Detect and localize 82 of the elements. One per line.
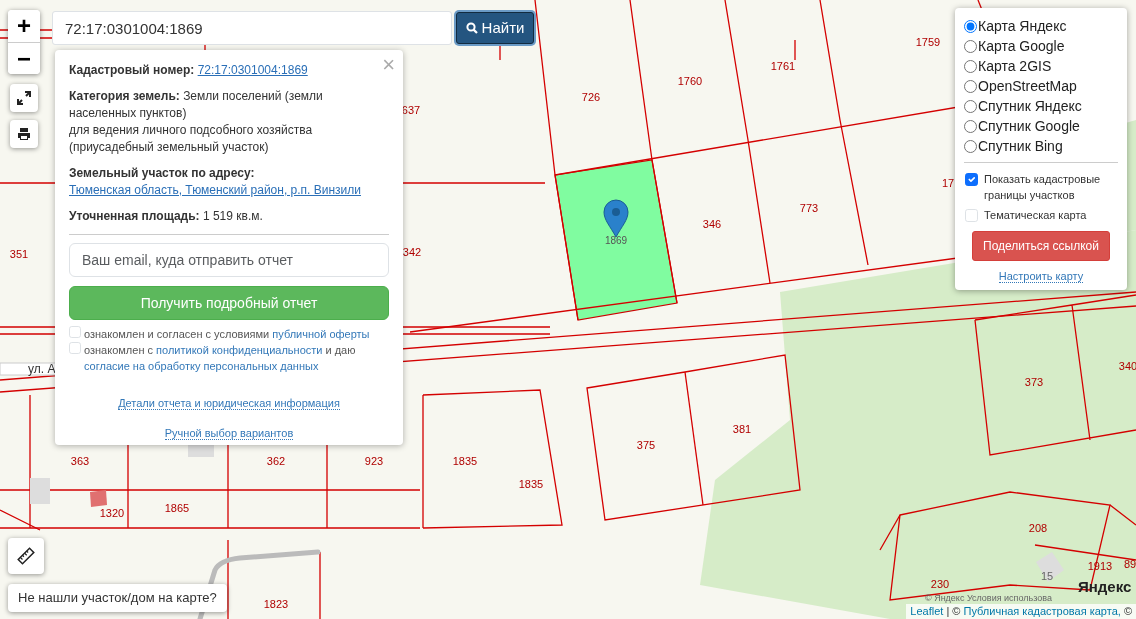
map-layer-label: Карта Яндекс: [978, 17, 1067, 36]
search-icon: [465, 22, 478, 34]
zoom-out-button[interactable]: −: [8, 42, 40, 74]
overlay-label: Показать кадастровые границы участков: [984, 172, 1102, 203]
agreement-text: ознакомлен с политикой конфиденциальности и даю согласие на обработку персональных данных: [84, 343, 357, 374]
attribution-text: | ©: [945, 605, 962, 617]
parcel-number: 351: [9, 248, 29, 260]
building-shape: [30, 478, 50, 504]
parcel-number: 373: [1024, 376, 1044, 388]
agreement-link[interactable]: согласие на обработку персональных данных: [84, 360, 319, 372]
map-layer-radio[interactable]: [964, 59, 977, 73]
building-shape: [90, 490, 107, 507]
parcel-number: 340: [1118, 360, 1136, 372]
search-field[interactable]: 72:17:0301004:1869: [52, 11, 452, 45]
map-marker-icon[interactable]: [603, 199, 629, 238]
parcel-number: 1835: [518, 478, 544, 490]
fullscreen-icon[interactable]: [10, 84, 38, 112]
parcel-number: 230: [930, 578, 950, 590]
share-button[interactable]: Поделиться ссылкой: [972, 231, 1110, 261]
map-layer-radio[interactable]: [964, 79, 977, 93]
parcel-number: 1823: [263, 598, 289, 610]
map-layer-label: Спутник Bing: [978, 137, 1063, 156]
map-layer-label: Карта 2GIS: [978, 57, 1052, 76]
popup-field: Уточненная площадь: 1 519 кв.м.: [69, 208, 389, 225]
parcel-number: 17: [941, 177, 955, 189]
field-link[interactable]: 72:17:0301004:1869: [197, 62, 308, 79]
parcel-number: 15: [1040, 570, 1054, 582]
parcel-number: 1869: [604, 235, 628, 246]
source-link[interactable]: Публичная кадастровая карта,: [963, 605, 1121, 617]
parcel-number: 362: [266, 455, 286, 467]
zoom-in-button[interactable]: +: [8, 10, 40, 42]
email-field[interactable]: Ваш email, куда отправить отчет: [69, 243, 389, 277]
parcel-number: 342: [402, 246, 422, 258]
map-layer-label: Карта Google: [978, 37, 1065, 56]
selected-parcel[interactable]: [554, 159, 678, 321]
popup-field: Категория земель: Земли поселений (земли населенных пунктов) для ведения личного подсобного хозяйства (приусадебный земельный участок): [69, 88, 389, 156]
map-layer-label: Спутник Яндекс: [978, 97, 1082, 116]
parcel-number: 1835: [452, 455, 478, 467]
parcel-number: 363: [70, 455, 90, 467]
parcel-number: 381: [732, 423, 752, 435]
parcel-number: 1760: [677, 75, 703, 87]
attribution-text: ©: [1122, 605, 1132, 617]
agreement-link[interactable]: политикой конфиденциальности: [156, 344, 323, 356]
field-label: Кадастровый номер:: [69, 63, 195, 77]
leaflet-link[interactable]: Leaflet: [910, 605, 944, 617]
popup-link[interactable]: Ручной выбор вариантов: [164, 427, 294, 440]
street-name: ул. А: [28, 362, 56, 376]
parcel-number: 773: [799, 202, 819, 214]
parcel-number: 208: [1028, 522, 1048, 534]
parcel-number: 1761: [770, 60, 796, 72]
agreement-checkbox[interactable]: [69, 342, 81, 354]
building-shape: [1036, 552, 1064, 582]
print-icon[interactable]: [10, 120, 38, 148]
parcel-number: 89: [1123, 558, 1136, 570]
map-layer-label: Спутник Google: [978, 117, 1080, 136]
agreement-link[interactable]: публичной оферты: [272, 328, 370, 340]
map-layer-radio[interactable]: [964, 139, 977, 153]
map-layer-radio[interactable]: [964, 19, 977, 33]
field-link[interactable]: Тюменская область, Тюменский район, р.п. Винзили: [69, 182, 361, 199]
map-layer-radio[interactable]: [964, 99, 977, 113]
field-label: Земельный участок по адресу:: [69, 166, 255, 180]
overlay-checkbox[interactable]: [965, 173, 978, 186]
map-layer-radio[interactable]: [964, 39, 977, 53]
search-button[interactable]: Найти: [456, 12, 534, 44]
parcel-number: 1320: [99, 507, 125, 519]
settings-link[interactable]: Настроить карту: [998, 270, 1084, 283]
building-shape: [188, 445, 214, 457]
agreement-text: ознакомлен и согласен с условиями публичной оферты: [84, 327, 370, 342]
agreement-checkbox[interactable]: [69, 326, 81, 338]
map-layer-label: OpenStreetMap: [978, 77, 1077, 96]
map-layer-radio[interactable]: [964, 119, 977, 133]
parcel-number: 346: [702, 218, 722, 230]
popup-link[interactable]: Детали отчета и юридическая информация: [118, 397, 340, 410]
parcel-number: 923: [364, 455, 384, 467]
parcel-number: 726: [581, 91, 601, 103]
map-copyright: © Яндекс Условия использова: [925, 593, 1052, 603]
parcel-number: 1759: [915, 36, 941, 48]
help-button[interactable]: Не нашли участок/дом на карте?: [8, 584, 227, 612]
overlay-label: Тематическая карта: [984, 208, 1087, 223]
ruler-icon[interactable]: [8, 538, 44, 574]
parcel-number: 1865: [164, 502, 190, 514]
parcel-number: 375: [636, 439, 656, 451]
